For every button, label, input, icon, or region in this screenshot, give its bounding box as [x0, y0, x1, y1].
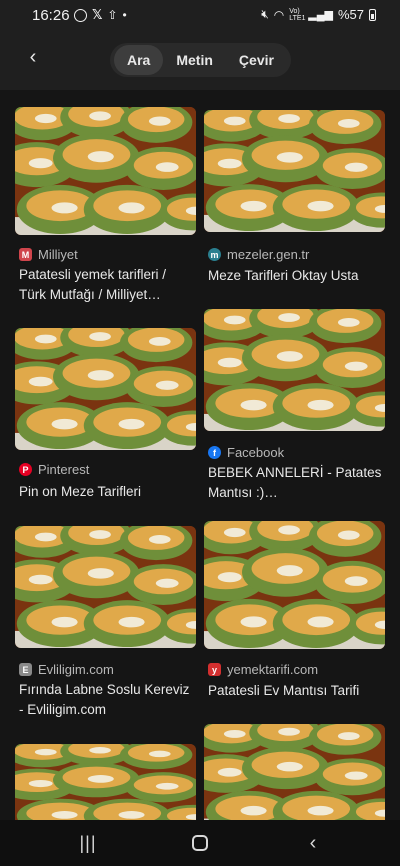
recents-icon[interactable]: ||| — [73, 831, 103, 855]
result-title[interactable]: Patatesli yemek tarifleri / Türk Mutfağı… — [19, 265, 195, 305]
result-source: m mezeler.gen.tr — [208, 247, 309, 262]
result-title[interactable]: Pin on Meze Tarifleri — [19, 482, 195, 502]
battery-icon — [369, 8, 376, 21]
share-icon: ⇧ — [107, 8, 118, 22]
source-label: Evliligim.com — [38, 662, 114, 677]
food-photo — [15, 328, 196, 450]
system-navbar: ||| ‹ — [0, 820, 400, 866]
result-thumbnail[interactable] — [204, 309, 385, 431]
results-grid: M Milliyet Patatesli yemek tarifleri / T… — [0, 90, 400, 820]
source-label: Milliyet — [38, 247, 78, 262]
result-title[interactable]: BEBEK ANNELERİ - Patates Mantısı :)… — [208, 463, 384, 503]
favicon-icon: E — [19, 663, 32, 676]
tab-search[interactable]: Ara — [114, 45, 164, 75]
result-thumbnail[interactable] — [15, 107, 196, 235]
food-photo — [15, 744, 196, 820]
favicon-icon: m — [208, 248, 221, 261]
result-source: y yemektarifi.com — [208, 662, 318, 677]
home-icon[interactable] — [185, 831, 215, 855]
status-notification-icons: 𝕏 ⇧ • — [74, 7, 127, 23]
mode-tabs: Ara Metin Çevir — [110, 43, 291, 77]
source-label: Pinterest — [38, 462, 90, 477]
status-time: 16:26 — [32, 7, 70, 24]
status-bar: 16:26 𝕏 ⇧ • 🔇︎ ◠ Vo) LTE1 ▂▄▆ %57 — [0, 0, 400, 32]
tab-text[interactable]: Metin — [163, 45, 226, 75]
favicon-icon: P — [19, 463, 32, 476]
source-label: Facebook — [227, 445, 285, 460]
food-photo — [15, 107, 196, 235]
result-title[interactable]: Patatesli Ev Mantısı Tarifi — [208, 681, 384, 701]
signal-icon: ▂▄▆ — [308, 9, 333, 21]
result-thumbnail[interactable] — [15, 744, 196, 820]
x-icon: 𝕏 — [92, 7, 103, 22]
source-label: yemektarifi.com — [227, 662, 319, 677]
result-source: E Evliligim.com — [19, 662, 114, 677]
dot-icon: • — [122, 8, 127, 22]
food-photo — [204, 110, 385, 232]
food-photo — [204, 724, 385, 820]
result-title[interactable]: Meze Tarifleri Oktay Usta — [208, 266, 384, 286]
wifi-icon: ◠ — [273, 7, 285, 22]
favicon-icon: f — [208, 446, 221, 459]
tab-translate[interactable]: Çevir — [226, 45, 287, 75]
lens-toolbar: ‹ Ara Metin Çevir — [0, 32, 400, 90]
favicon-icon: y — [208, 663, 221, 676]
food-photo — [204, 521, 385, 649]
source-label: mezeler.gen.tr — [227, 247, 310, 262]
result-source: M Milliyet — [19, 247, 78, 262]
mute-icon: 🔇︎ — [261, 7, 269, 21]
result-thumbnail[interactable] — [204, 110, 385, 232]
food-photo — [204, 309, 385, 431]
status-system-icons: 🔇︎ ◠ Vo) LTE1 ▂▄▆ %57 — [261, 7, 376, 22]
favicon-icon: M — [19, 248, 32, 261]
back-icon[interactable]: ‹ — [298, 831, 328, 855]
result-thumbnail[interactable] — [15, 526, 196, 648]
result-title[interactable]: Fırında Labne Soslu Kereviz - Evliligim.… — [19, 680, 195, 720]
result-thumbnail[interactable] — [204, 724, 385, 820]
result-thumbnail[interactable] — [15, 328, 196, 450]
battery-percent: %57 — [337, 7, 364, 22]
food-photo — [15, 526, 196, 648]
result-source: f Facebook — [208, 445, 284, 460]
network-label: Vo) LTE1 — [289, 7, 306, 22]
arrow-back-icon[interactable]: ‹ — [22, 46, 44, 68]
result-thumbnail[interactable] — [204, 521, 385, 649]
whatsapp-icon — [74, 8, 87, 22]
result-source: P Pinterest — [19, 462, 89, 477]
